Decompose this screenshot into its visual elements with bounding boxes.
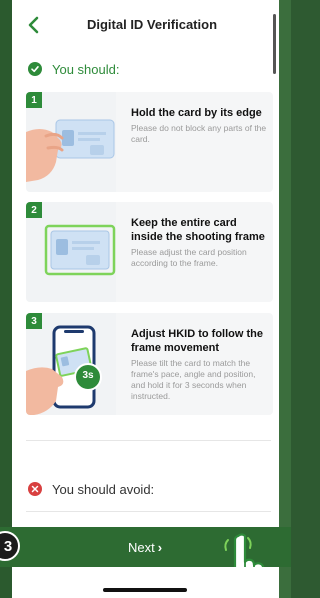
instruction-card-3: 3s 3 Adjust HKID to follow the frame mov…	[26, 313, 273, 415]
frame-card-illustration: 2	[26, 202, 116, 302]
step-desc-2: Please adjust the card position accordin…	[131, 247, 247, 268]
should-label: You should:	[52, 61, 120, 77]
header: Digital ID Verification	[12, 0, 279, 48]
step-desc-1: Please do not block any parts of the car…	[131, 123, 267, 144]
timer-badge: 3s	[82, 370, 94, 381]
x-circle-icon	[28, 482, 42, 496]
back-button[interactable]	[24, 14, 44, 36]
instruction-card-2: 2 Keep the entire card inside the shooti…	[26, 202, 273, 302]
step-desc-3: Please tilt the card to match the frame'…	[131, 358, 256, 401]
avoid-label: You should avoid:	[52, 481, 155, 497]
step-badge-3: 3	[26, 313, 42, 329]
backdrop-left	[0, 0, 12, 598]
home-area	[12, 567, 279, 598]
step-title-1: Hold the card by its edge	[131, 107, 262, 119]
avoid-section-header: You should avoid:	[28, 479, 154, 499]
chevron-right-icon: ›	[157, 539, 163, 555]
step-badge-2: 2	[26, 202, 42, 218]
scrollbar-thumb[interactable]	[273, 14, 276, 74]
home-indicator[interactable]	[103, 588, 187, 592]
instruction-card-1: 1 Hold the card by its edge Please do no…	[26, 92, 273, 192]
tilt-card-illustration: 3s 3	[26, 313, 116, 415]
should-section-header: You should:	[28, 59, 119, 79]
step-title-2: Keep the entire card inside the shooting…	[131, 217, 265, 243]
next-label: Next	[127, 539, 155, 555]
page-title: Digital ID Verification	[86, 17, 218, 32]
backdrop-right	[279, 0, 291, 598]
chevron-left-icon	[28, 16, 39, 34]
section-divider	[26, 440, 271, 441]
step-badge-1: 1	[26, 92, 42, 108]
check-circle-icon	[28, 62, 42, 76]
verification-sheet: Digital ID Verification You should: 1 Ho…	[12, 0, 279, 598]
avoid-divider	[26, 511, 271, 512]
step-title-3: Adjust HKID to follow the frame movement	[131, 328, 263, 354]
hold-card-illustration: 1	[26, 92, 116, 192]
